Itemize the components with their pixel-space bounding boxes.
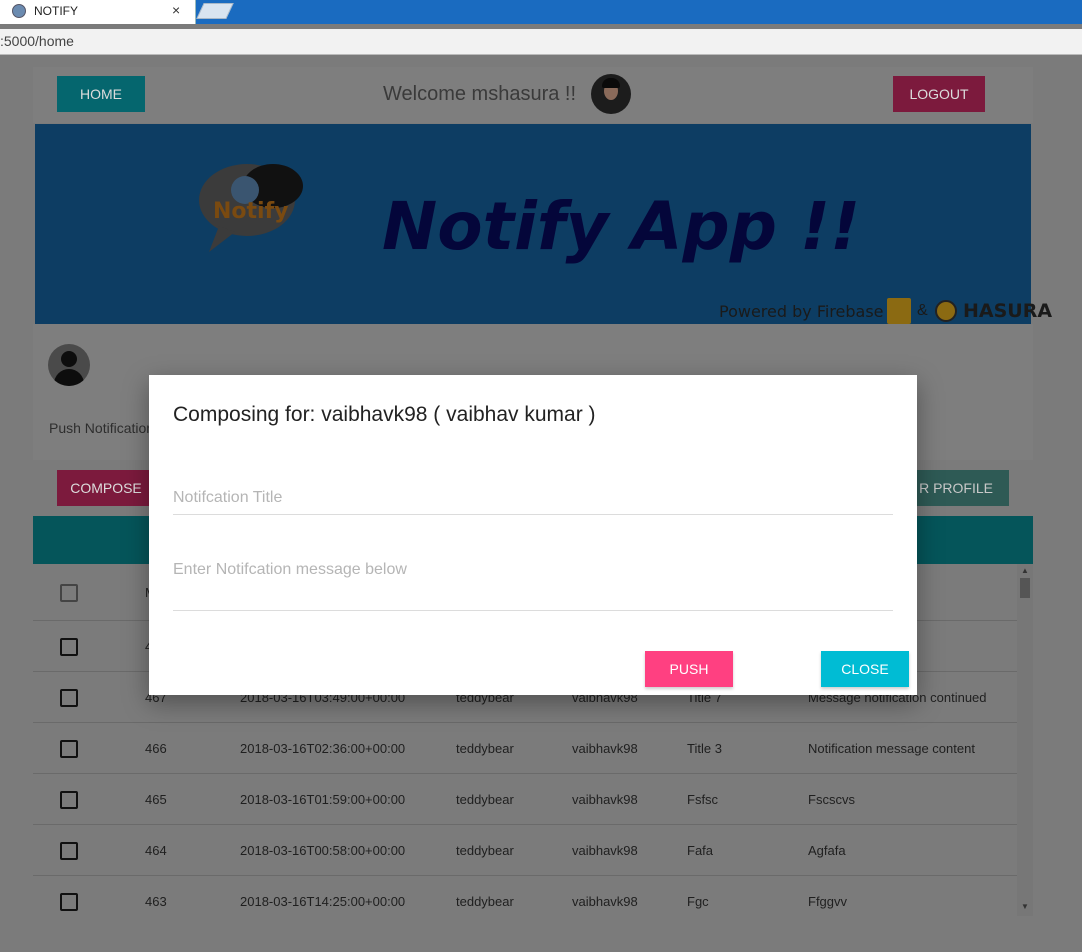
banner-title: Notify App !! bbox=[382, 188, 861, 265]
row-checkbox[interactable] bbox=[60, 791, 78, 809]
firebase-icon bbox=[887, 298, 911, 324]
table-row[interactable]: 466 2018-03-16T02:36:00+00:00 teddybear … bbox=[33, 723, 1017, 774]
welcome-text: Welcome mshasura !! bbox=[383, 83, 577, 105]
row-checkbox[interactable] bbox=[60, 638, 78, 656]
address-url: :5000/home bbox=[0, 33, 74, 49]
select-all-checkbox[interactable] bbox=[60, 584, 78, 602]
row-checkbox[interactable] bbox=[60, 893, 78, 911]
avatar bbox=[591, 74, 631, 114]
cell-to: vaibhavk98 bbox=[572, 894, 638, 909]
cell-message: Notification message content bbox=[808, 741, 975, 756]
row-checkbox[interactable] bbox=[60, 842, 78, 860]
compose-dialog: Composing for: vaibhavk98 ( vaibhav kuma… bbox=[149, 375, 917, 695]
push-notification-label: Push Notification bbox=[49, 420, 155, 436]
dialog-title: Composing for: vaibhavk98 ( vaibhav kuma… bbox=[173, 403, 596, 426]
tab-title: NOTIFY bbox=[34, 4, 78, 18]
tab-close-icon[interactable]: × bbox=[172, 2, 180, 18]
browser-tab[interactable]: NOTIFY × bbox=[0, 0, 196, 24]
table-row[interactable]: 464 2018-03-16T00:58:00+00:00 teddybear … bbox=[33, 825, 1017, 876]
notification-message-input[interactable] bbox=[173, 561, 893, 579]
row-checkbox[interactable] bbox=[60, 740, 78, 758]
cell-time: 2018-03-16T02:36:00+00:00 bbox=[240, 741, 406, 756]
favicon-icon bbox=[12, 4, 26, 18]
new-tab-button[interactable] bbox=[196, 3, 234, 19]
cell-title: Title 3 bbox=[687, 741, 722, 756]
close-button[interactable]: CLOSE bbox=[821, 651, 909, 687]
cell-id: 465 bbox=[145, 792, 167, 807]
banner: Notify Notify App !! Powered by Firebase… bbox=[35, 124, 1052, 324]
home-button[interactable]: HOME bbox=[57, 76, 145, 112]
cell-from: teddybear bbox=[456, 741, 514, 756]
cell-message: Ffggvv bbox=[808, 894, 848, 909]
scroll-down-icon[interactable]: ▼ bbox=[1021, 902, 1029, 911]
cell-to: vaibhavk98 bbox=[572, 741, 638, 756]
notification-title-input[interactable] bbox=[173, 489, 893, 507]
cell-message: Agfafa bbox=[808, 843, 846, 858]
cell-from: teddybear bbox=[456, 792, 514, 807]
cell-title: Fsfsc bbox=[687, 792, 719, 807]
cell-time: 2018-03-16T01:59:00+00:00 bbox=[240, 792, 406, 807]
cell-id: 463 bbox=[145, 894, 167, 909]
compose-button[interactable]: COMPOSE bbox=[57, 470, 155, 506]
cell-id: 466 bbox=[145, 741, 167, 756]
hasura-text: HASURA bbox=[963, 300, 1053, 322]
table-scrollbar[interactable]: ▲ ▼ bbox=[1017, 564, 1033, 916]
cell-title: Fafa bbox=[687, 843, 714, 858]
cell-title: Fgc bbox=[687, 894, 709, 909]
address-field[interactable]: :5000/home bbox=[0, 29, 1082, 55]
table-row[interactable]: 463 2018-03-16T14:25:00+00:00 teddybear … bbox=[33, 876, 1017, 927]
cell-from: teddybear bbox=[456, 843, 514, 858]
cell-time: 2018-03-16T14:25:00+00:00 bbox=[240, 894, 406, 909]
cell-time: 2018-03-16T00:58:00+00:00 bbox=[240, 843, 406, 858]
browser-tabstrip: NOTIFY × bbox=[0, 0, 1082, 24]
logo-text: Notify bbox=[213, 199, 289, 224]
cell-id: 464 bbox=[145, 843, 167, 858]
cell-message: Fscscvs bbox=[808, 792, 855, 807]
table-row[interactable]: 465 2018-03-16T01:59:00+00:00 teddybear … bbox=[33, 774, 1017, 825]
push-button[interactable]: PUSH bbox=[645, 651, 733, 687]
cell-from: teddybear bbox=[456, 894, 514, 909]
cell-to: vaibhavk98 bbox=[572, 792, 638, 807]
address-bar: :5000/home bbox=[0, 24, 1082, 60]
notify-logo-icon: Notify bbox=[199, 164, 303, 252]
user-avatar-icon bbox=[48, 344, 90, 386]
top-bar: HOME Welcome mshasura !! LOGOUT bbox=[33, 67, 1033, 123]
powered-by-text: Powered by Firebase bbox=[719, 302, 884, 321]
scroll-up-icon[interactable]: ▲ bbox=[1021, 566, 1029, 575]
logout-button[interactable]: LOGOUT bbox=[893, 76, 985, 112]
cell-to: vaibhavk98 bbox=[572, 843, 638, 858]
notification-title-field bbox=[173, 489, 893, 515]
row-checkbox[interactable] bbox=[60, 689, 78, 707]
scrollbar-thumb[interactable] bbox=[1020, 578, 1030, 598]
hasura-icon bbox=[935, 300, 957, 322]
notification-message-field bbox=[173, 561, 893, 611]
ampersand-text: & bbox=[917, 302, 928, 319]
